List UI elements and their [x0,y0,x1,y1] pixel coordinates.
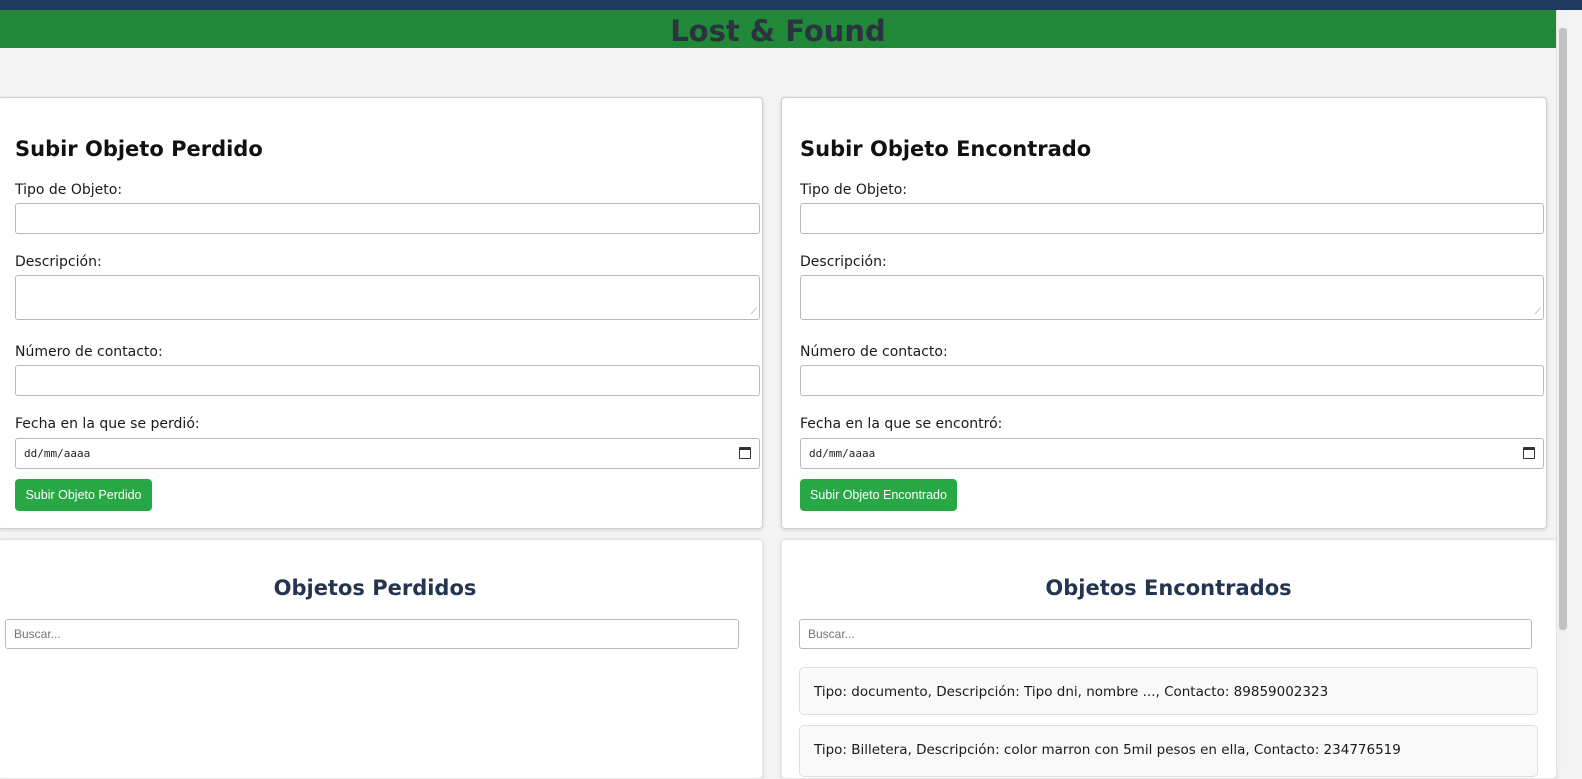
lost-type-label: Tipo de Objeto: [15,182,123,198]
found-date-label: Fecha en la que se encontró: [800,416,1003,432]
calendar-icon[interactable] [1523,447,1535,459]
resize-grip-icon[interactable]: ⟋ [751,308,757,317]
list-item: Tipo: Billetera, Descripción: color marr… [799,725,1538,777]
page-header: Lost & Found [0,10,1556,48]
lost-type-input[interactable] [15,203,760,234]
date-placeholder: dd/mm/aaaa [809,447,876,460]
list-item: Tipo: documento, Descripción: Tipo dni, … [799,667,1538,715]
scrollbar-thumb[interactable] [1559,28,1567,630]
found-description-label: Descripción: [800,254,887,270]
lost-form-title: Subir Objeto Perdido [15,137,263,161]
calendar-icon[interactable] [739,447,751,459]
found-date-input[interactable]: dd/mm/aaaa [800,438,1544,469]
found-contact-label: Número de contacto: [800,344,948,360]
found-form-title: Subir Objeto Encontrado [800,137,1092,161]
lost-date-label: Fecha en la que se perdió: [15,416,200,432]
found-list-title: Objetos Encontrados [1045,576,1292,600]
date-placeholder: dd/mm/aaaa [24,447,91,460]
lost-search-input[interactable]: Buscar... [5,619,739,649]
submit-found-button[interactable]: Subir Objeto Encontrado [800,479,957,511]
submit-lost-button[interactable]: Subir Objeto Perdido [15,479,152,511]
lost-date-input[interactable]: dd/mm/aaaa [15,438,760,469]
found-search-input[interactable]: Buscar... [799,619,1532,649]
found-type-input[interactable] [800,203,1544,234]
lost-items-list-panel [0,539,763,779]
page-scrollbar[interactable] [1556,10,1568,769]
lost-list-title: Objetos Perdidos [273,576,477,600]
lost-contact-label: Número de contacto: [15,344,163,360]
lost-description-textarea[interactable]: ⟋ [15,275,760,320]
resize-grip-icon[interactable]: ⟋ [1535,308,1541,317]
page-title: Lost & Found [670,14,886,48]
lost-contact-input[interactable] [15,365,760,396]
found-type-label: Tipo de Objeto: [800,182,908,198]
found-contact-input[interactable] [800,365,1544,396]
top-bar [0,0,1582,10]
found-description-textarea[interactable]: ⟋ [800,275,1544,320]
lost-description-label: Descripción: [15,254,102,270]
